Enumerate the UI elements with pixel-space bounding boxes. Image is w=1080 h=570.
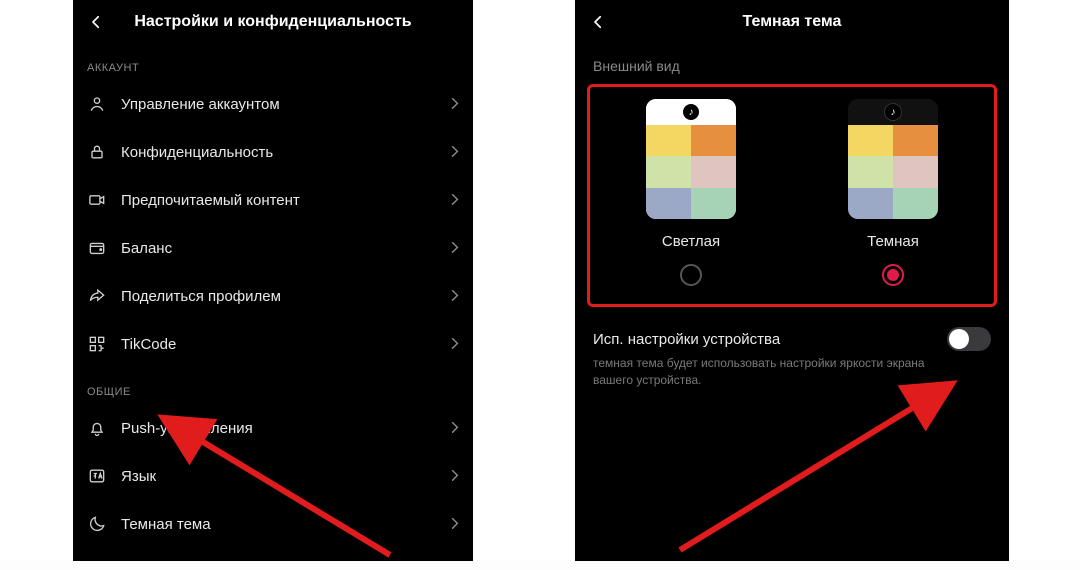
row-manage-account[interactable]: Управление аккаунтом [73, 80, 473, 128]
row-label: Баланс [121, 240, 437, 257]
theme-panel: ♪ Светлая ♪ Темная [587, 84, 997, 307]
row-share-profile[interactable]: Поделиться профилем [73, 272, 473, 320]
theme-dark-label: Темная [867, 233, 919, 250]
theme-preview-light: ♪ [646, 99, 736, 219]
lock-icon [87, 142, 107, 162]
video-icon [87, 190, 107, 210]
tiktok-note-icon: ♪ [683, 104, 699, 120]
row-label: Язык [121, 468, 437, 485]
chevron-right-icon [451, 289, 459, 303]
user-icon [87, 94, 107, 114]
chevron-right-icon [451, 97, 459, 111]
theme-preview-dark: ♪ [848, 99, 938, 219]
radio-light[interactable] [680, 264, 702, 286]
qrcode-icon [87, 334, 107, 354]
chevron-right-icon [451, 517, 459, 531]
chevron-right-icon [451, 193, 459, 207]
row-label: Push-уведомления [121, 420, 437, 437]
dark-mode-screen: Темная тема Внешний вид ♪ Светлая ♪ Темн… [575, 0, 1009, 561]
row-tikcode[interactable]: TikCode [73, 320, 473, 368]
row-balance[interactable]: Баланс [73, 224, 473, 272]
lang-icon [87, 466, 107, 486]
share-icon [87, 286, 107, 306]
screenshot-stage: Настройки и конфиденциальность АККАУНТ У… [0, 0, 1080, 561]
row-dark-mode[interactable]: Темная тема [73, 500, 473, 548]
wallet-icon [87, 238, 107, 258]
device-settings-switch[interactable] [947, 327, 991, 351]
device-settings-row: Исп. настройки устройства темная тема бу… [575, 307, 1009, 389]
bell-icon [87, 418, 107, 438]
radio-dark[interactable] [882, 264, 904, 286]
row-label: Конфиденциальность [121, 144, 437, 161]
moon-icon [87, 514, 107, 534]
chevron-right-icon [451, 241, 459, 255]
row-privacy[interactable]: Конфиденциальность [73, 128, 473, 176]
row-push-notifications[interactable]: Push-уведомления [73, 404, 473, 452]
row-content-pref[interactable]: Предпочитаемый контент [73, 176, 473, 224]
chevron-right-icon [451, 421, 459, 435]
theme-light-label: Светлая [662, 233, 720, 250]
device-settings-desc: темная тема будет использовать настройки… [593, 355, 951, 389]
back-icon[interactable] [589, 13, 607, 31]
row-label: Предпочитаемый контент [121, 192, 437, 209]
tiktok-note-icon: ♪ [884, 103, 902, 121]
settings-header: Настройки и конфиденциальность [73, 0, 473, 44]
settings-screen: Настройки и конфиденциальность АККАУНТ У… [73, 0, 473, 561]
row-label: TikCode [121, 336, 437, 353]
chevron-right-icon [451, 145, 459, 159]
row-label: Управление аккаунтом [121, 96, 437, 113]
row-label: Темная тема [121, 516, 437, 533]
back-icon[interactable] [87, 13, 105, 31]
row-label: Поделиться профилем [121, 288, 437, 305]
row-language[interactable]: Язык [73, 452, 473, 500]
section-account-label: АККАУНТ [73, 44, 473, 80]
theme-option-light[interactable]: ♪ Светлая [610, 99, 772, 286]
chevron-right-icon [451, 469, 459, 483]
device-settings-title: Исп. настройки устройства [593, 331, 780, 348]
chevron-right-icon [451, 337, 459, 351]
settings-title: Настройки и конфиденциальность [73, 13, 473, 31]
darkmode-header: Темная тема [575, 0, 1009, 44]
theme-option-dark[interactable]: ♪ Темная [812, 99, 974, 286]
darkmode-title: Темная тема [575, 13, 1009, 31]
section-general-label: ОБЩИЕ [73, 368, 473, 404]
appearance-label: Внешний вид [575, 44, 1009, 74]
